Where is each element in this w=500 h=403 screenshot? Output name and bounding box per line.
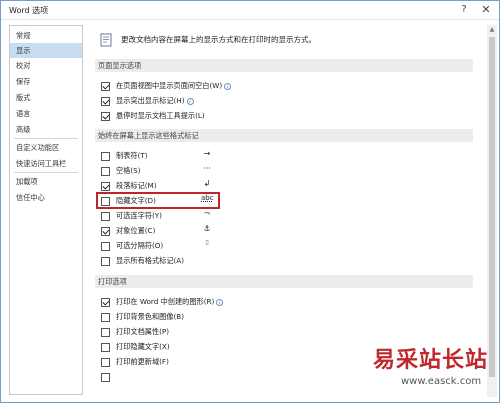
checkbox-print-drawings[interactable] <box>101 297 110 307</box>
panel-description: 更改文档内容在屏幕上的显示方式和在打印时的显示方式。 <box>121 35 316 44</box>
checkbox-print-hidden-text[interactable] <box>101 342 110 352</box>
tab-mark-icon: → <box>203 149 211 158</box>
option-label: 悬停时显示文档工具提示(L) <box>116 111 205 120</box>
option-label: 显示所有格式标记(A) <box>116 256 185 265</box>
option-print-properties[interactable]: 打印文档属性(P) <box>101 325 169 339</box>
sidebar-item-save[interactable]: 保存 <box>10 74 82 89</box>
checkbox-show-all-marks[interactable] <box>101 256 110 266</box>
option-label: 可选分隔符(O) <box>116 241 164 250</box>
sidebar-item-add-ins[interactable]: 加载项 <box>10 174 82 189</box>
checkbox-update-fields[interactable] <box>101 357 110 367</box>
paragraph-mark-icon: ↲ <box>203 179 211 188</box>
scroll-up-arrow-icon[interactable]: ▲ <box>487 25 497 35</box>
option-label: 制表符(T) <box>116 151 148 160</box>
option-optional-hyphens[interactable]: 可选连字符(Y) ¬ <box>101 209 271 223</box>
option-print-drawings[interactable]: 打印在 Word 中创建的图形(R) i <box>101 295 224 309</box>
window-title: Word 选项 <box>9 6 49 15</box>
option-label: 段落标记(M) <box>116 181 157 190</box>
checkbox-show-whitespace[interactable] <box>101 81 110 91</box>
checkbox-print-properties[interactable] <box>101 327 110 337</box>
checkbox-optional-breaks[interactable] <box>101 241 110 251</box>
option-print-hidden-text[interactable]: 打印隐藏文字(X) <box>101 340 170 354</box>
option-tab-characters[interactable]: 制表符(T) → <box>101 149 271 163</box>
checkbox-show-tooltips[interactable] <box>101 111 110 121</box>
scroll-thumb[interactable] <box>489 37 495 377</box>
option-label: 空格(S) <box>116 166 141 175</box>
checkbox-tab-characters[interactable] <box>101 151 110 161</box>
checkbox-partially-visible[interactable] <box>101 372 110 382</box>
optional-hyphen-mark-icon: ¬ <box>203 209 211 218</box>
close-button[interactable]: ✕ <box>475 2 497 18</box>
option-label: 可选连字符(Y) <box>116 211 162 220</box>
anchor-icon: ⚓ <box>203 224 211 233</box>
hidden-text-highlight-box <box>96 192 220 209</box>
section-formatting-marks: 始终在屏幕上显示这些格式标记 <box>95 129 473 142</box>
display-page-icon <box>100 33 112 47</box>
checkbox-object-anchors[interactable] <box>101 226 110 236</box>
option-show-tooltips[interactable]: 悬停时显示文档工具提示(L) <box>101 109 205 123</box>
option-label: 打印前更新域(F) <box>116 357 169 366</box>
option-show-all-marks[interactable]: 显示所有格式标记(A) <box>101 254 184 268</box>
info-icon: i <box>186 97 194 105</box>
option-object-anchors[interactable]: 对象位置(C) ⚓ <box>101 224 271 238</box>
option-label: 打印隐藏文字(X) <box>116 342 170 351</box>
checkbox-paragraph-marks[interactable] <box>101 181 110 191</box>
options-sidebar: 常规 显示 校对 保存 版式 语言 高级 自定义功能区 快速访问工具栏 加载项 … <box>9 25 83 395</box>
option-update-fields[interactable]: 打印前更新域(F) <box>101 355 169 369</box>
info-icon: i <box>216 298 224 306</box>
checkbox-show-highlighter[interactable] <box>101 96 110 106</box>
sidebar-item-trust-center[interactable]: 信任中心 <box>10 190 82 205</box>
sidebar-item-customize-ribbon[interactable]: 自定义功能区 <box>10 140 82 155</box>
sidebar-item-quick-access-toolbar[interactable]: 快速访问工具栏 <box>10 156 82 171</box>
sidebar-item-display[interactable]: 显示 <box>10 43 82 58</box>
watermark-url: www.easck.com <box>401 376 482 387</box>
sidebar-item-layout[interactable]: 版式 <box>10 90 82 105</box>
option-label: 显示突出显示标记(H) <box>116 96 185 105</box>
option-paragraph-marks[interactable]: 段落标记(M) ↲ <box>101 179 271 193</box>
title-bar: Word 选项 ? ✕ <box>1 1 499 20</box>
optional-break-mark-icon: ▯ <box>205 239 209 246</box>
watermark-logo-text: 易采站长站 <box>373 347 489 373</box>
sidebar-item-advanced[interactable]: 高级 <box>10 122 82 137</box>
option-label: 对象位置(C) <box>116 226 156 235</box>
info-icon: i <box>224 82 232 90</box>
section-page-display: 页面显示选项 <box>95 59 473 72</box>
sidebar-item-general[interactable]: 常规 <box>10 28 82 43</box>
option-show-highlighter[interactable]: 显示突出显示标记(H) i <box>101 94 194 108</box>
sidebar-item-language[interactable]: 语言 <box>10 106 82 121</box>
option-label: 打印文档属性(P) <box>116 327 170 336</box>
checkbox-print-background[interactable] <box>101 312 110 322</box>
word-options-dialog: Word 选项 ? ✕ 常规 显示 校对 保存 版式 语言 高级 自定义功能区 … <box>0 0 500 403</box>
space-mark-icon: ··· <box>203 164 211 173</box>
option-optional-breaks[interactable]: 可选分隔符(O) ▯ <box>101 239 271 253</box>
option-print-background[interactable]: 打印背景色和图像(B) <box>101 310 184 324</box>
watermark: 易采站长站 www.easck.com <box>373 342 500 402</box>
checkbox-spaces[interactable] <box>101 166 110 176</box>
section-print-options: 打印选项 <box>95 275 473 288</box>
option-show-whitespace[interactable]: 在页面视图中显示页面间空白(W) i <box>101 79 232 93</box>
checkbox-optional-hyphens[interactable] <box>101 211 110 221</box>
option-label: 打印背景色和图像(B) <box>116 312 185 321</box>
help-button[interactable]: ? <box>453 2 475 18</box>
option-label: 在页面视图中显示页面间空白(W) <box>116 81 223 90</box>
sidebar-item-proofing[interactable]: 校对 <box>10 58 82 73</box>
option-label: 打印在 Word 中创建的图形(R) <box>116 297 215 306</box>
option-partially-visible[interactable] <box>101 370 110 384</box>
sidebar-divider <box>14 172 78 173</box>
option-spaces[interactable]: 空格(S) ··· <box>101 164 271 178</box>
sidebar-divider <box>14 138 78 139</box>
